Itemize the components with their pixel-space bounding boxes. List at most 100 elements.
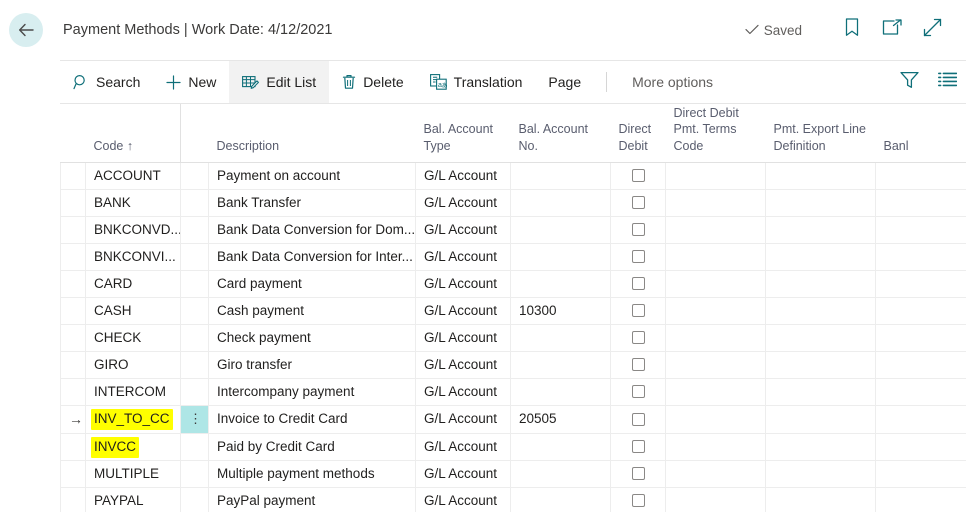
cell-direct-debit[interactable] [611, 324, 666, 351]
delete-button[interactable]: Delete [329, 61, 416, 103]
cell-bal-account-type[interactable]: G/L Account [416, 324, 511, 351]
cell-code[interactable]: ACCOUNT [86, 162, 181, 189]
cell-code[interactable]: PAYPAL [86, 487, 181, 512]
table-row[interactable]: CARDCard paymentG/L Account [61, 270, 966, 297]
row-selector-cell[interactable] [61, 243, 86, 270]
cell-bank[interactable] [876, 433, 966, 460]
cell-bal-account-type[interactable]: G/L Account [416, 351, 511, 378]
row-selector-cell[interactable]: → [61, 405, 86, 433]
direct-debit-checkbox[interactable] [632, 277, 645, 290]
direct-debit-checkbox[interactable] [632, 196, 645, 209]
cell-direct-debit[interactable] [611, 243, 666, 270]
table-row[interactable]: BNKCONVI... Bank Data Conversion for Inte… [61, 243, 966, 270]
page-button[interactable]: Page [535, 61, 594, 103]
row-selector-cell[interactable] [61, 460, 86, 487]
cell-bal-account-no[interactable] [511, 216, 611, 243]
direct-debit-checkbox[interactable] [632, 304, 645, 317]
cell-dd-pmt-terms-code[interactable] [666, 216, 766, 243]
row-options-menu-icon[interactable]: ⋮ [189, 406, 202, 432]
cell-bank[interactable] [876, 297, 966, 324]
cell-description[interactable]: Giro transfer [209, 351, 416, 378]
cell-bal-account-no[interactable]: 10300 [511, 297, 611, 324]
column-header-bal-account-type[interactable]: Bal. Account Type [416, 104, 511, 162]
cell-bank[interactable] [876, 270, 966, 297]
cell-code[interactable]: BNKCONVI... [86, 243, 181, 270]
row-selector-cell[interactable] [61, 162, 86, 189]
column-header-description[interactable]: Description [209, 104, 416, 162]
cell-description[interactable]: Invoice to Credit Card [209, 405, 416, 433]
row-selector-cell[interactable] [61, 433, 86, 460]
cell-dd-pmt-terms-code[interactable] [666, 405, 766, 433]
table-row[interactable]: MULTIPLEMultiple payment methodsG/L Acco… [61, 460, 966, 487]
cell-dd-pmt-terms-code[interactable] [666, 162, 766, 189]
cell-bal-account-no[interactable] [511, 460, 611, 487]
table-row[interactable]: CASHCash paymentG/L Account10300 [61, 297, 966, 324]
cell-code[interactable]: BNKCONVD... [86, 216, 181, 243]
cell-bal-account-type[interactable]: G/L Account [416, 189, 511, 216]
cell-direct-debit[interactable] [611, 351, 666, 378]
table-row[interactable]: →INV_TO_CC⋮Invoice to Credit CardG/L Acc… [61, 405, 966, 433]
cell-pmt-export-line-definition[interactable] [766, 324, 876, 351]
cell-pmt-export-line-definition[interactable] [766, 216, 876, 243]
cell-bal-account-no[interactable] [511, 378, 611, 405]
cell-description[interactable]: Intercompany payment [209, 378, 416, 405]
row-options-cell[interactable] [181, 189, 209, 216]
cell-description[interactable]: Card payment [209, 270, 416, 297]
cell-bank[interactable] [876, 243, 966, 270]
cell-direct-debit[interactable] [611, 297, 666, 324]
row-options-cell[interactable] [181, 433, 209, 460]
expand-button[interactable] [912, 10, 952, 50]
table-row[interactable]: BNKCONVD...Bank Data Conversion for Dom.… [61, 216, 966, 243]
direct-debit-checkbox[interactable] [632, 250, 645, 263]
list-view-button[interactable] [928, 72, 966, 92]
cell-code[interactable]: BANK [86, 189, 181, 216]
cell-dd-pmt-terms-code[interactable] [666, 378, 766, 405]
open-in-new-window-button[interactable] [872, 10, 912, 50]
row-options-cell[interactable] [181, 460, 209, 487]
direct-debit-checkbox[interactable] [632, 494, 645, 507]
column-header-dd-pmt-terms-code[interactable]: Direct Debit Pmt. Terms Code [666, 104, 766, 162]
row-selector-cell[interactable] [61, 189, 86, 216]
cell-description[interactable]: PayPal payment [209, 487, 416, 512]
row-selector-cell[interactable] [61, 216, 86, 243]
cell-bank[interactable] [876, 460, 966, 487]
cell-bank[interactable] [876, 162, 966, 189]
column-header-bal-account-no[interactable]: Bal. Account No. [511, 104, 611, 162]
cell-description[interactable]: Bank Data Conversion for Inter... [209, 243, 416, 270]
direct-debit-checkbox[interactable] [632, 385, 645, 398]
column-header-direct-debit[interactable]: Direct Debit [611, 104, 666, 162]
cell-bank[interactable] [876, 405, 966, 433]
table-row[interactable]: CHECKCheck paymentG/L Account [61, 324, 966, 351]
cell-code[interactable]: GIRO [86, 351, 181, 378]
cell-bal-account-type[interactable]: G/L Account [416, 433, 511, 460]
cell-direct-debit[interactable] [611, 162, 666, 189]
row-options-cell[interactable]: ⋮ [181, 405, 209, 433]
back-button[interactable] [9, 13, 43, 47]
cell-pmt-export-line-definition[interactable] [766, 162, 876, 189]
row-options-cell[interactable] [181, 487, 209, 512]
cell-dd-pmt-terms-code[interactable] [666, 487, 766, 512]
cell-bal-account-no[interactable] [511, 324, 611, 351]
direct-debit-checkbox[interactable] [632, 169, 645, 182]
row-selector-cell[interactable] [61, 270, 86, 297]
cell-code[interactable]: CHECK [86, 324, 181, 351]
cell-bal-account-no[interactable] [511, 351, 611, 378]
cell-pmt-export-line-definition[interactable] [766, 270, 876, 297]
cell-bal-account-type[interactable]: G/L Account [416, 297, 511, 324]
cell-direct-debit[interactable] [611, 378, 666, 405]
cell-code[interactable]: INTERCOM [86, 378, 181, 405]
cell-bal-account-no[interactable] [511, 162, 611, 189]
cell-code[interactable]: CARD [86, 270, 181, 297]
table-row[interactable]: PAYPALPayPal paymentG/L Account [61, 487, 966, 512]
bookmark-button[interactable] [832, 10, 872, 50]
direct-debit-checkbox[interactable] [632, 467, 645, 480]
search-button[interactable]: Search [60, 61, 153, 103]
new-button[interactable]: New [153, 61, 229, 103]
cell-code[interactable]: INVCC [86, 433, 181, 460]
direct-debit-checkbox[interactable] [632, 223, 645, 236]
cell-dd-pmt-terms-code[interactable] [666, 460, 766, 487]
cell-dd-pmt-terms-code[interactable] [666, 189, 766, 216]
cell-dd-pmt-terms-code[interactable] [666, 433, 766, 460]
direct-debit-checkbox[interactable] [632, 331, 645, 344]
cell-bal-account-no[interactable] [511, 189, 611, 216]
